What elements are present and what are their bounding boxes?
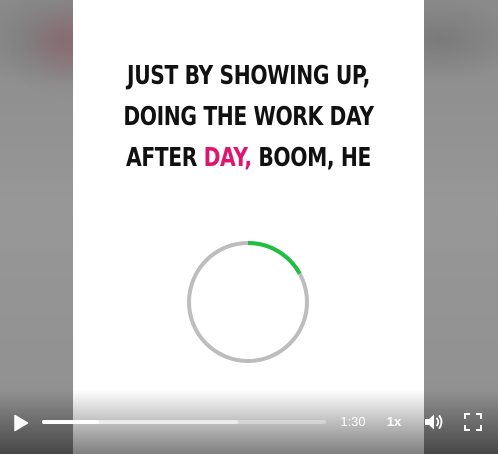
caption-accent-word: DAY, [203, 143, 252, 173]
volume-icon [425, 414, 443, 430]
video-player[interactable]: JUST BY SHOWING UP, DOING THE WORK DAY A… [0, 0, 498, 454]
play-icon [14, 414, 29, 432]
caption-line-3: AFTER DAY, BOOM, HE [112, 138, 386, 179]
play-button[interactable] [8, 410, 34, 436]
video-frame[interactable]: JUST BY SHOWING UP, DOING THE WORK DAY A… [73, 0, 424, 454]
loading-spinner [187, 241, 309, 363]
played-progress [42, 420, 99, 424]
caption-line-2: DOING THE WORK DAY [123, 102, 374, 132]
volume-button[interactable] [422, 410, 446, 434]
fullscreen-button[interactable] [461, 410, 485, 434]
seek-bar[interactable] [42, 420, 326, 424]
caption-line-1: JUST BY SHOWING UP, [127, 61, 370, 91]
video-caption: JUST BY SHOWING UP, DOING THE WORK DAY A… [112, 56, 386, 179]
fullscreen-icon [464, 413, 482, 431]
playback-speed-button[interactable]: 1x [380, 413, 408, 431]
caption-line-3-end: BOOM, HE [251, 143, 371, 173]
time-display: 1:30 [340, 414, 366, 429]
control-bar: 1:30 1x [0, 390, 498, 454]
caption-line-3-start: AFTER [126, 143, 204, 173]
